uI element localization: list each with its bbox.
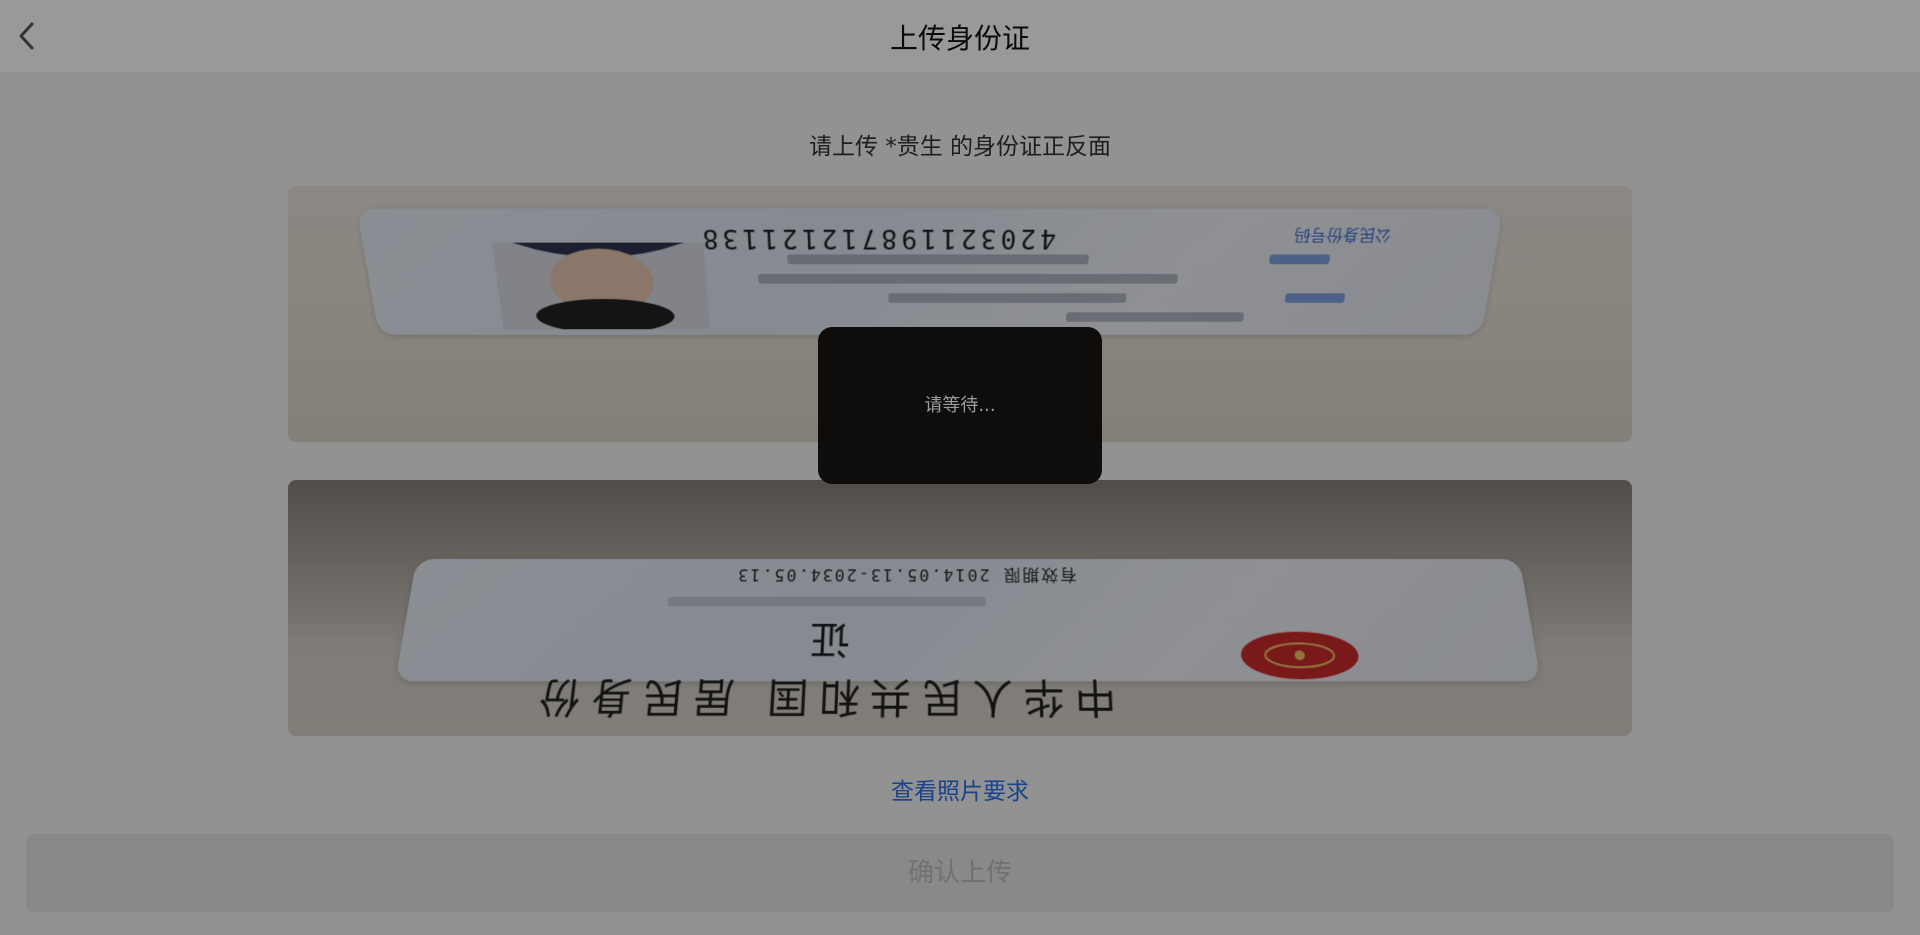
loading-text: 请等待... — [818, 391, 1102, 417]
loading-toast: 请等待... — [818, 327, 1102, 484]
